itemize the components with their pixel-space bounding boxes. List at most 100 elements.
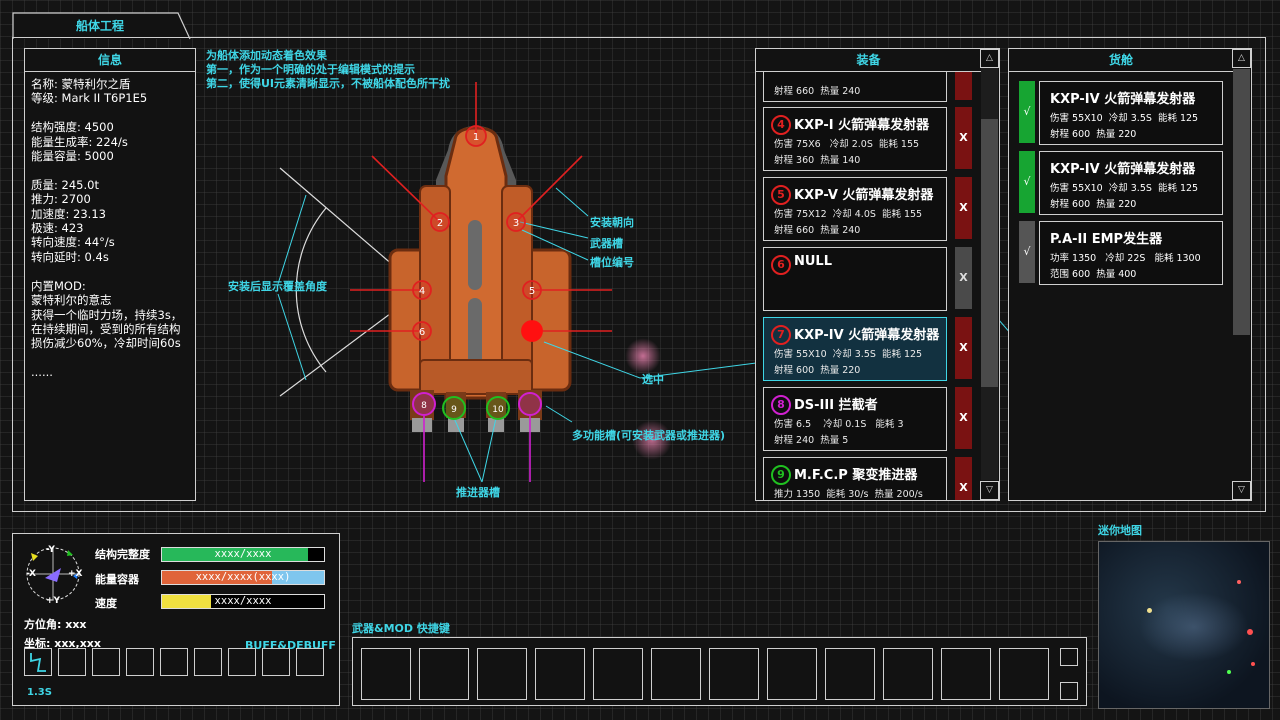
buff-slot[interactable]	[126, 648, 154, 676]
thruster-lines	[423, 416, 531, 482]
remove-button[interactable]: X	[955, 247, 972, 309]
page-title: 船体工程	[76, 19, 125, 33]
hotkey-slot[interactable]	[361, 648, 411, 700]
cargo-scroll-down-button[interactable]: ▽	[1232, 481, 1251, 500]
info-title: 信息	[25, 49, 195, 72]
remove-button[interactable]: X	[955, 317, 972, 379]
hotkeys-title: 武器&MOD 快捷键	[352, 622, 450, 635]
cargo-item-stats: 功率 1350 冷却 22S 能耗 1300	[1050, 253, 1201, 264]
ship-slot-6[interactable]: 6	[412, 321, 432, 341]
equipment-name: KXP-V 火箭弹幕发射器	[794, 188, 934, 203]
cargo-checkbox[interactable]: √	[1019, 221, 1035, 283]
equipment-card[interactable]: 8 DS-III 拦截者 伤害 6.5 冷却 0.1S 能耗 3 射程 240 热量 …	[763, 387, 947, 451]
ship-slot-11[interactable]	[518, 392, 542, 416]
equipment-stats: 伤害 6.5 冷却 0.1S 能耗 3	[774, 419, 904, 430]
slot-number-badge: 6	[771, 255, 791, 275]
hotkey-slot[interactable]	[593, 648, 643, 700]
hotkey-slot[interactable]	[883, 648, 933, 700]
minimap[interactable]	[1098, 541, 1270, 709]
hotkey-slot[interactable]	[535, 648, 585, 700]
equipment-stats: 伤害 75X6 冷却 2.0S 能耗 155	[774, 139, 920, 150]
compass-down-label: +Y	[46, 596, 61, 606]
slot-number-badge: 7	[771, 325, 791, 345]
svg-text:6: 6	[419, 327, 425, 338]
hotkey-slot[interactable]	[767, 648, 817, 700]
cargo-card[interactable]: KXP-IV 火箭弹幕发射器伤害 55X10 冷却 3.5S 能耗 125 射程 …	[1039, 151, 1223, 215]
ship-slot-9[interactable]: 9	[442, 396, 466, 420]
scroll-down-button[interactable]: ▽	[980, 481, 999, 500]
buff-slot[interactable]	[262, 648, 290, 676]
equipment-card[interactable]: 7 KXP-IV 火箭弹幕发射器 伤害 55X10 冷却 3.5S 能耗 125 射程…	[763, 317, 947, 381]
remove-button[interactable]: X	[955, 387, 972, 449]
annotation-slot-number: 槽位编号	[590, 256, 634, 269]
equipment-stats: 射程 360 热量 140	[774, 155, 861, 166]
ship-slot-7-selected[interactable]	[521, 320, 543, 342]
cargo-card[interactable]: P.A-II EMP发生器 功率 1350 冷却 22S 能耗 1300 范围 60…	[1039, 221, 1223, 285]
minimap-marker	[1227, 670, 1231, 674]
equipment-list[interactable]: 射程 660 热量 240 4 KXP-I 火箭弹幕发射器 伤害 75X6 冷却 2…	[756, 72, 980, 500]
buff-slot[interactable]	[194, 648, 222, 676]
hotkey-slot[interactable]	[419, 648, 469, 700]
cargo-card[interactable]: KXP-IV 火箭弹幕发射器 伤害 55X10 冷却 3.5S 能耗 125 射程 …	[1039, 81, 1223, 145]
status-panel: -Y +Y -X +X 结构完整度 xxxx/xxxx 能量容器 xxxx/xx…	[12, 533, 340, 706]
equipment-scroll-thumb[interactable]	[981, 119, 998, 387]
minimap-title: 迷你地图	[1098, 524, 1142, 537]
cargo-checkbox[interactable]: √	[1019, 81, 1035, 143]
cargo-item-stats: 伤害 55X10 冷却 3.5S 能耗 125	[1050, 113, 1199, 124]
ship-slot-4[interactable]: 4	[412, 280, 432, 300]
remove-button[interactable]: X	[955, 107, 972, 169]
hotkey-mini-button[interactable]	[1060, 682, 1078, 700]
cargo-item-stats: 伤害 55X10 冷却 3.5S 能耗 125	[1050, 183, 1199, 194]
integrity-text: xxxx/xxxx	[214, 548, 272, 560]
slot-number-badge: 9	[771, 465, 791, 485]
svg-text:4: 4	[419, 286, 425, 297]
equipment-stats: 推力 1350 能耗 30/s 热量 200/s	[774, 489, 923, 500]
speed-text: xxxx/xxxx	[214, 595, 272, 607]
ship-slot-8[interactable]: 8	[412, 392, 436, 416]
equipment-card-partial[interactable]: 射程 660 热量 240	[763, 72, 947, 102]
annotation-thruster-slot: 推进器槽	[456, 486, 500, 499]
equipment-card[interactable]: 5 KXP-V 火箭弹幕发射器 伤害 75X12 冷却 4.0S 能耗 155 射程 …	[763, 177, 947, 241]
ship-slot-5[interactable]: 5	[522, 280, 542, 300]
ship-slot-2[interactable]: 2	[430, 212, 450, 232]
ship-slot-1[interactable]: 1	[465, 125, 487, 147]
cargo-item-stats: 射程 600 热量 220	[1050, 199, 1137, 210]
remove-button[interactable]: X	[955, 177, 972, 239]
buff-slot[interactable]	[58, 648, 86, 676]
equipment-card[interactable]: 6 NULL	[763, 247, 947, 311]
buff-slot-active[interactable]	[24, 648, 52, 676]
scroll-up-button[interactable]: △	[980, 49, 999, 68]
equipment-card[interactable]: 4 KXP-I 火箭弹幕发射器 伤害 75X6 冷却 2.0S 能耗 155 射程 3…	[763, 107, 947, 171]
hotkey-slot[interactable]	[941, 648, 991, 700]
energy-text: xxxx/xxxx(xxxx)	[195, 571, 291, 583]
equipment-name: NULL	[794, 254, 833, 269]
energy-bar: xxxx/xxxx(xxxx)	[161, 570, 325, 585]
ship-slot-3[interactable]: 3	[506, 212, 526, 232]
buff-slot[interactable]	[160, 648, 188, 676]
remove-button[interactable]: X	[955, 457, 972, 500]
minimap-marker	[1237, 580, 1241, 584]
cargo-item-name: KXP-IV 火箭弹幕发射器	[1050, 162, 1196, 177]
svg-text:8: 8	[421, 401, 427, 411]
buff-slot[interactable]	[92, 648, 120, 676]
ship-slot-10[interactable]: 10	[486, 396, 510, 420]
cargo-scroll-up-button[interactable]: △	[1232, 49, 1251, 68]
cargo-item-stats: 射程 600 热量 220	[1050, 129, 1137, 140]
hotkey-mini-button[interactable]	[1060, 648, 1078, 666]
info-panel: 信息 名称: 蒙特利尔之盾 等级: Mark II T6P1E5 结构强度: 4…	[24, 48, 196, 501]
hotkey-slot[interactable]	[651, 648, 701, 700]
hotkey-slot[interactable]	[477, 648, 527, 700]
cargo-checkbox[interactable]: √	[1019, 151, 1035, 213]
equipment-partial-line: 射程 660 热量 240	[774, 86, 861, 97]
hotkey-slot[interactable]	[825, 648, 875, 700]
remove-button[interactable]	[955, 72, 972, 100]
buff-slot[interactable]	[296, 648, 324, 676]
hotkey-slot[interactable]	[709, 648, 759, 700]
svg-text:9: 9	[451, 405, 457, 415]
bearing-text: 方位角: xxx	[24, 618, 87, 631]
hotkey-bar	[352, 637, 1087, 706]
hotkey-slot[interactable]	[999, 648, 1049, 700]
equipment-card[interactable]: 9 M.F.C.P 聚变推进器 推力 1350 能耗 30/s 热量 200/s	[763, 457, 947, 500]
buff-slot[interactable]	[228, 648, 256, 676]
cargo-scroll-thumb[interactable]	[1233, 69, 1250, 335]
